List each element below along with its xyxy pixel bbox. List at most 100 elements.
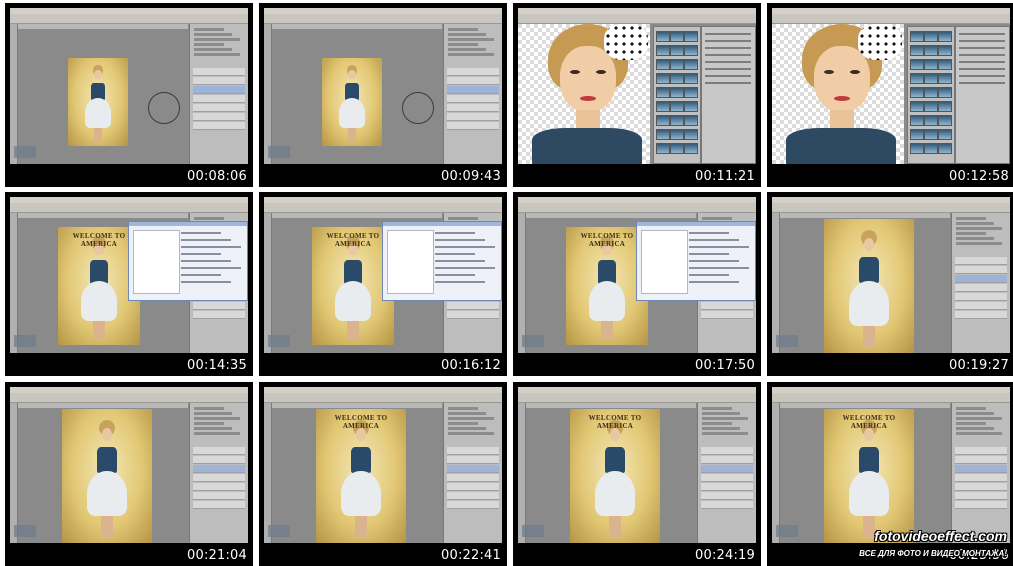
layer-row[interactable] bbox=[955, 492, 1007, 500]
filter-thumbnail[interactable] bbox=[684, 73, 698, 84]
video-thumbnail[interactable]: WELCOME TO AMERICA 00:25:56 fotovideoeffec… bbox=[767, 382, 1013, 566]
adjustment-slider[interactable] bbox=[194, 33, 232, 36]
filter-thumbnail[interactable] bbox=[656, 115, 670, 126]
filter-thumbnail[interactable] bbox=[910, 143, 924, 154]
adjustment-slider[interactable] bbox=[448, 432, 494, 435]
layer-row[interactable] bbox=[193, 311, 245, 319]
video-thumbnail[interactable]: 00:08:06 bbox=[5, 3, 253, 187]
tools-panel[interactable] bbox=[518, 213, 526, 353]
adjustment-slider[interactable] bbox=[702, 427, 740, 430]
adjustment-slider[interactable] bbox=[956, 217, 986, 220]
layer-row[interactable] bbox=[701, 492, 753, 500]
layer-row[interactable] bbox=[193, 447, 245, 455]
adjustment-slider[interactable] bbox=[956, 432, 1002, 435]
tools-panel[interactable] bbox=[264, 403, 272, 543]
adjustment-slider[interactable] bbox=[956, 237, 994, 240]
filter-setting[interactable] bbox=[705, 40, 751, 42]
layer-row[interactable] bbox=[193, 474, 245, 482]
filter-thumbnail[interactable] bbox=[938, 45, 952, 56]
dialog-option[interactable] bbox=[435, 274, 475, 276]
options-bar[interactable] bbox=[10, 14, 248, 24]
document-tab[interactable] bbox=[780, 213, 950, 218]
filter-thumbnail[interactable] bbox=[924, 143, 938, 154]
filter-gallery-list[interactable] bbox=[907, 26, 955, 164]
adjustment-slider[interactable] bbox=[194, 28, 224, 31]
dialog-option[interactable] bbox=[689, 239, 739, 241]
layer-row[interactable] bbox=[447, 68, 499, 76]
filter-thumbnail[interactable] bbox=[910, 59, 924, 70]
layer-row[interactable] bbox=[955, 465, 1007, 473]
layer-row[interactable] bbox=[193, 104, 245, 112]
adjustment-slider[interactable] bbox=[702, 417, 748, 420]
layer-row[interactable] bbox=[447, 77, 499, 85]
adjustment-slider[interactable] bbox=[448, 38, 494, 41]
filter-setting[interactable] bbox=[705, 54, 751, 56]
layer-row[interactable] bbox=[955, 293, 1007, 301]
adjustment-slider[interactable] bbox=[448, 33, 486, 36]
options-bar[interactable] bbox=[772, 393, 1010, 403]
layer-row[interactable] bbox=[955, 302, 1007, 310]
tools-panel[interactable] bbox=[10, 403, 18, 543]
filter-thumbnail[interactable] bbox=[670, 59, 684, 70]
filter-setting[interactable] bbox=[705, 75, 751, 77]
filter-thumbnail[interactable] bbox=[684, 87, 698, 98]
dialog-option[interactable] bbox=[435, 253, 475, 255]
filter-thumbnail[interactable] bbox=[924, 59, 938, 70]
filter-thumbnail[interactable] bbox=[670, 115, 684, 126]
video-thumbnail[interactable]: 00:21:04 bbox=[5, 382, 253, 566]
filter-thumbnail[interactable] bbox=[938, 59, 952, 70]
layer-row[interactable] bbox=[193, 122, 245, 130]
layer-row[interactable] bbox=[447, 122, 499, 130]
layer-row[interactable] bbox=[701, 456, 753, 464]
filter-thumbnail[interactable] bbox=[656, 45, 670, 56]
filter-thumbnail[interactable] bbox=[684, 143, 698, 154]
document-tab[interactable] bbox=[272, 24, 442, 29]
filter-thumbnail[interactable] bbox=[924, 129, 938, 140]
filter-thumbnail[interactable] bbox=[910, 31, 924, 42]
tools-panel[interactable] bbox=[518, 403, 526, 543]
style-list[interactable] bbox=[641, 230, 688, 295]
filter-thumbnail[interactable] bbox=[938, 115, 952, 126]
document-tab[interactable] bbox=[272, 403, 442, 408]
adjustment-slider[interactable] bbox=[956, 222, 994, 225]
layer-row[interactable] bbox=[701, 483, 753, 491]
filter-setting[interactable] bbox=[959, 54, 1005, 56]
layer-row[interactable] bbox=[447, 456, 499, 464]
filter-thumbnail[interactable] bbox=[910, 129, 924, 140]
document-tab[interactable] bbox=[18, 24, 188, 29]
dialog-option[interactable] bbox=[689, 253, 729, 255]
adjustment-slider[interactable] bbox=[194, 422, 224, 425]
filter-thumbnail[interactable] bbox=[670, 129, 684, 140]
dialog-option[interactable] bbox=[689, 232, 729, 234]
filter-thumbnail[interactable] bbox=[656, 31, 670, 42]
adjustment-slider[interactable] bbox=[702, 422, 732, 425]
tools-panel[interactable] bbox=[264, 24, 272, 164]
adjustment-slider[interactable] bbox=[448, 43, 478, 46]
dialog-option[interactable] bbox=[435, 232, 475, 234]
layer-row[interactable] bbox=[955, 474, 1007, 482]
layers-panel[interactable] bbox=[443, 403, 502, 543]
layer-row[interactable] bbox=[447, 302, 499, 310]
adjustment-slider[interactable] bbox=[956, 242, 1002, 245]
adjustment-slider[interactable] bbox=[448, 417, 494, 420]
adjustment-slider[interactable] bbox=[194, 38, 240, 41]
filter-thumbnail[interactable] bbox=[924, 101, 938, 112]
filter-thumbnail[interactable] bbox=[910, 115, 924, 126]
filter-thumbnail[interactable] bbox=[938, 31, 952, 42]
video-thumbnail[interactable]: WELCOME TO AMERICA 00:17:50 bbox=[513, 192, 761, 376]
layers-panel[interactable] bbox=[951, 213, 1010, 353]
filter-thumbnail[interactable] bbox=[910, 45, 924, 56]
style-list[interactable] bbox=[133, 230, 180, 295]
options-bar[interactable] bbox=[264, 393, 502, 403]
layer-row[interactable] bbox=[193, 501, 245, 509]
adjustment-slider[interactable] bbox=[956, 422, 986, 425]
layer-row[interactable] bbox=[701, 501, 753, 509]
filter-thumbnail[interactable] bbox=[656, 129, 670, 140]
filter-thumbnail[interactable] bbox=[684, 59, 698, 70]
layer-row[interactable] bbox=[193, 95, 245, 103]
adjustment-slider[interactable] bbox=[956, 412, 994, 415]
adjustment-slider[interactable] bbox=[194, 48, 232, 51]
dialog-titlebar[interactable] bbox=[383, 222, 501, 226]
adjustment-slider[interactable] bbox=[956, 407, 986, 410]
layer-row[interactable] bbox=[193, 492, 245, 500]
